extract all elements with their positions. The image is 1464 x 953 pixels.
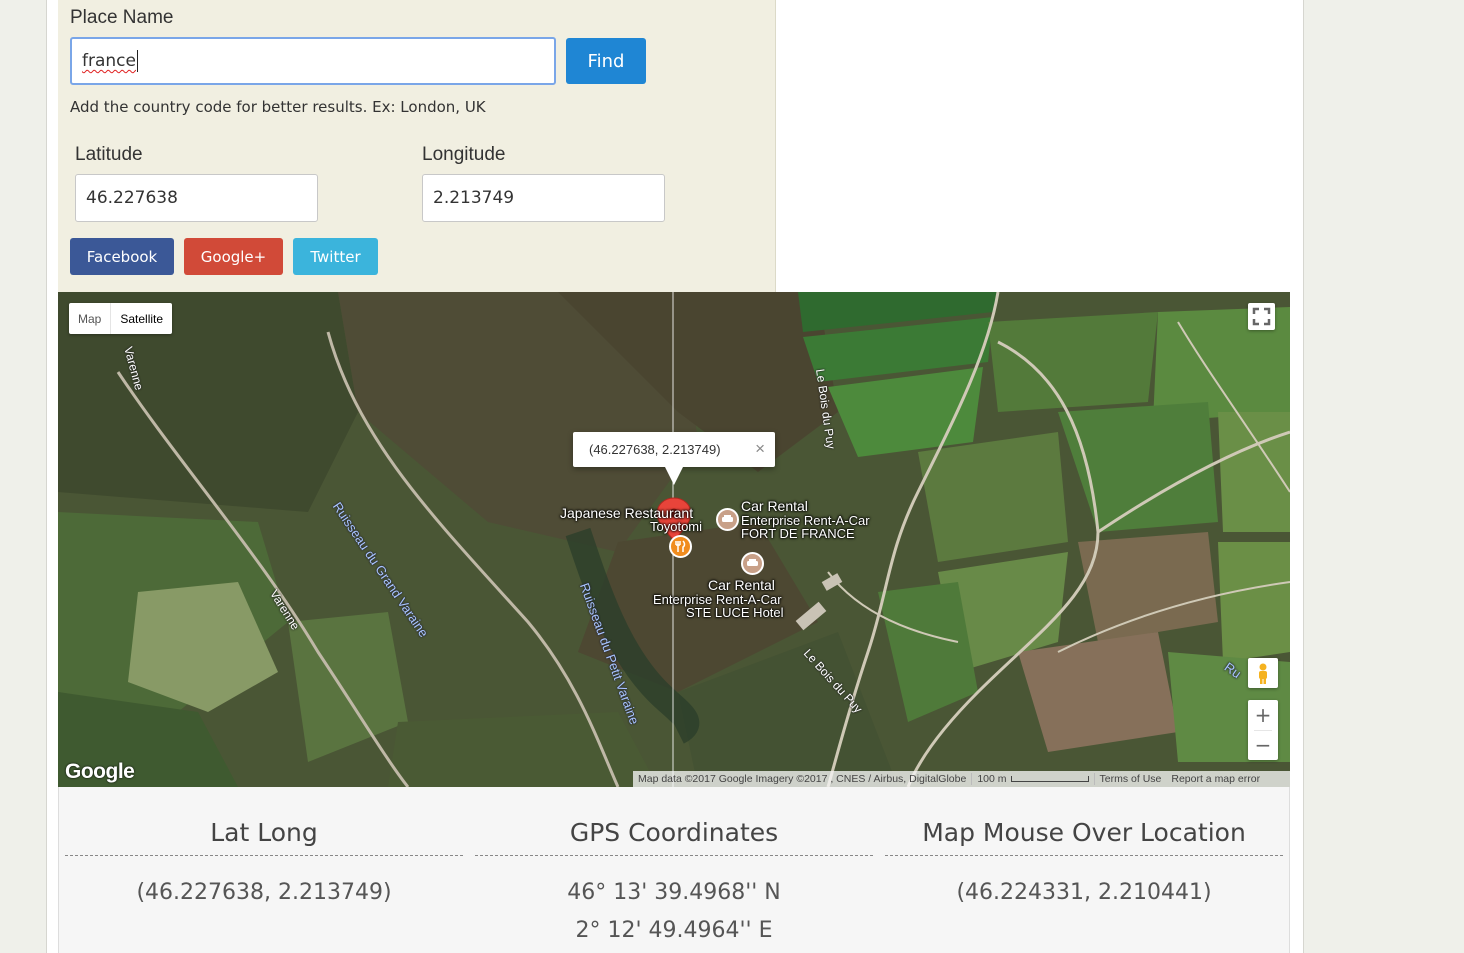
poi-car-rental-1-title[interactable]: Car Rental <box>741 499 808 513</box>
text-caret <box>136 50 138 72</box>
search-form-panel: Place Name france Find Add the country c… <box>58 0 776 292</box>
gps-longitude-dms: 2° 12' 49.4964'' E <box>575 918 773 943</box>
car-icon <box>722 515 733 522</box>
place-name-input[interactable]: france <box>70 37 556 85</box>
map-type-satellite-button[interactable]: Satellite <box>110 303 172 334</box>
car-rental-icon[interactable] <box>741 552 764 575</box>
zoom-control: + − <box>1248 700 1278 760</box>
latlong-column: Lat Long (46.227638, 2.213749) <box>65 787 463 912</box>
latitude-label: Latitude <box>75 144 143 165</box>
mouse-over-title: Map Mouse Over Location <box>885 787 1283 856</box>
latlong-title: Lat Long <box>65 787 463 856</box>
zoom-in-button[interactable]: + <box>1248 700 1278 730</box>
restaurant-icon[interactable] <box>669 535 692 558</box>
fullscreen-icon <box>1252 307 1271 326</box>
find-button[interactable]: Find <box>566 38 646 84</box>
poi-restaurant-name[interactable]: Japanese Restaurant <box>560 506 693 520</box>
satellite-map[interactable]: Map Satellite Varenne Varenne Le Bois du… <box>58 292 1290 787</box>
longitude-label: Longitude <box>422 144 506 165</box>
car-icon <box>747 559 758 566</box>
google-logo[interactable]: Google <box>65 760 135 784</box>
map-attribution-bar: Map data ©2017 Google Imagery ©2017 , CN… <box>633 771 1290 787</box>
mouse-over-column: Map Mouse Over Location (46.224331, 2.21… <box>885 787 1283 912</box>
place-name-value: france <box>82 51 136 71</box>
latitude-input[interactable]: 46.227638 <box>75 174 318 222</box>
poi-car-rental-2-line2[interactable]: STE LUCE Hotel <box>686 606 784 619</box>
longitude-value: 2.213749 <box>433 188 515 208</box>
fullscreen-button[interactable] <box>1248 303 1275 330</box>
latlong-value: (46.227638, 2.213749) <box>136 880 392 905</box>
car-rental-icon[interactable] <box>716 508 739 531</box>
googleplus-share-button[interactable]: Google+ <box>184 238 283 275</box>
fork-knife-icon <box>675 540 686 552</box>
latitude-value: 46.227638 <box>86 188 178 208</box>
pegman-icon <box>1259 663 1267 684</box>
info-window-close-icon[interactable]: × <box>755 439 765 459</box>
country-code-hint: Add the country code for better results.… <box>70 98 486 116</box>
report-map-error-link[interactable]: Report a map error <box>1166 773 1265 785</box>
scale-bar-icon <box>1010 776 1089 783</box>
map-scale-label: 100 m <box>977 773 1007 785</box>
poi-car-rental-2-title[interactable]: Car Rental <box>708 578 775 592</box>
map-type-control: Map Satellite <box>69 303 173 334</box>
marker-info-window: (46.227638, 2.213749) × <box>573 432 775 485</box>
info-window-tail <box>665 467 683 485</box>
zoom-out-button[interactable]: − <box>1248 730 1278 760</box>
twitter-share-button[interactable]: Twitter <box>293 238 378 275</box>
longitude-input[interactable]: 2.213749 <box>422 174 665 222</box>
results-panel: Lat Long (46.227638, 2.213749) GPS Coord… <box>58 787 1290 953</box>
gps-latitude-dms: 46° 13' 39.4968'' N <box>567 880 781 905</box>
map-data-attribution: Map data ©2017 Google Imagery ©2017 , CN… <box>638 773 967 785</box>
mouse-over-value: (46.224331, 2.210441) <box>956 880 1212 905</box>
map-type-map-button[interactable]: Map <box>69 303 110 334</box>
poi-restaurant-subtitle[interactable]: Toyotomi <box>650 520 702 533</box>
poi-car-rental-1-line2[interactable]: FORT DE FRANCE <box>741 527 855 540</box>
map-scale[interactable]: 100 m <box>971 773 1093 785</box>
zoom-divider <box>1254 730 1272 731</box>
gps-column: GPS Coordinates 46° 13' 39.4968'' N 2° 1… <box>475 787 873 950</box>
terms-of-use-link[interactable]: Terms of Use <box>1093 773 1167 785</box>
info-window-coords: (46.227638, 2.213749) <box>589 442 721 457</box>
street-view-pegman-button[interactable] <box>1248 658 1278 688</box>
facebook-share-button[interactable]: Facebook <box>70 238 174 275</box>
place-name-label: Place Name <box>70 7 174 28</box>
gps-title: GPS Coordinates <box>475 787 873 856</box>
